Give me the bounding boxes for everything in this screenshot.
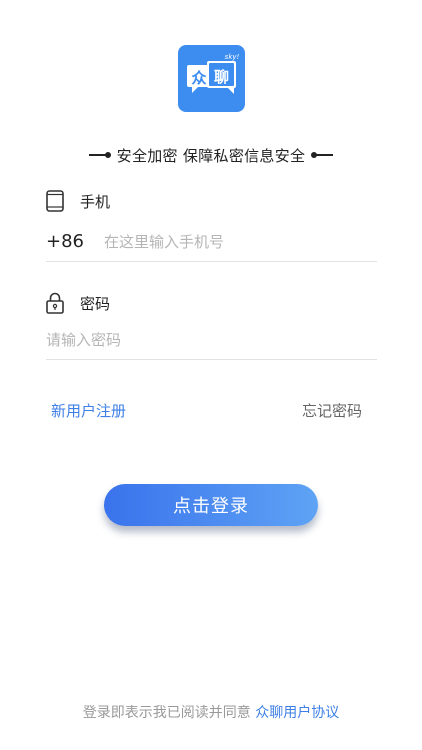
forgot-password-link[interactable]: 忘记密码 xyxy=(302,400,362,421)
logo-tag-text: sky! xyxy=(225,53,240,61)
slogan-divider-right xyxy=(311,152,334,158)
phone-label: 手机 xyxy=(80,192,111,211)
phone-input[interactable] xyxy=(104,232,377,251)
password-label-row: 密码 xyxy=(46,291,110,315)
country-code[interactable]: +86 xyxy=(46,231,104,252)
agreement-text: 登录即表示我已阅读并同意 众聊用户协议 xyxy=(0,702,422,722)
slogan-text: 安全加密 保障私密信息安全 xyxy=(116,146,306,165)
logo-main-text: 众 xyxy=(191,69,206,87)
password-label: 密码 xyxy=(80,294,111,313)
slogan-divider-left xyxy=(88,152,111,158)
phone-label-row: 手机 xyxy=(46,189,110,213)
password-input-row xyxy=(46,320,377,360)
login-page: 众 聊 sky! 安全加密 保障私密信息安全 手机 +86 密码 xyxy=(0,0,422,750)
login-button[interactable]: 点击登录 xyxy=(104,484,318,526)
chat-logo-icon: 众 聊 sky! xyxy=(187,53,240,94)
user-agreement-link[interactable]: 众聊用户协议 xyxy=(255,705,339,721)
slogan-row: 安全加密 保障私密信息安全 xyxy=(0,143,422,167)
agreement-prefix: 登录即表示我已阅读并同意 xyxy=(82,705,251,721)
phone-input-row: +86 xyxy=(46,222,377,262)
register-link[interactable]: 新用户注册 xyxy=(51,400,126,421)
lock-icon xyxy=(46,292,64,314)
app-logo: 众 聊 sky! xyxy=(178,45,245,112)
phone-icon xyxy=(46,190,64,212)
logo-bubble-text: 聊 xyxy=(214,68,229,86)
password-input[interactable] xyxy=(46,330,377,349)
